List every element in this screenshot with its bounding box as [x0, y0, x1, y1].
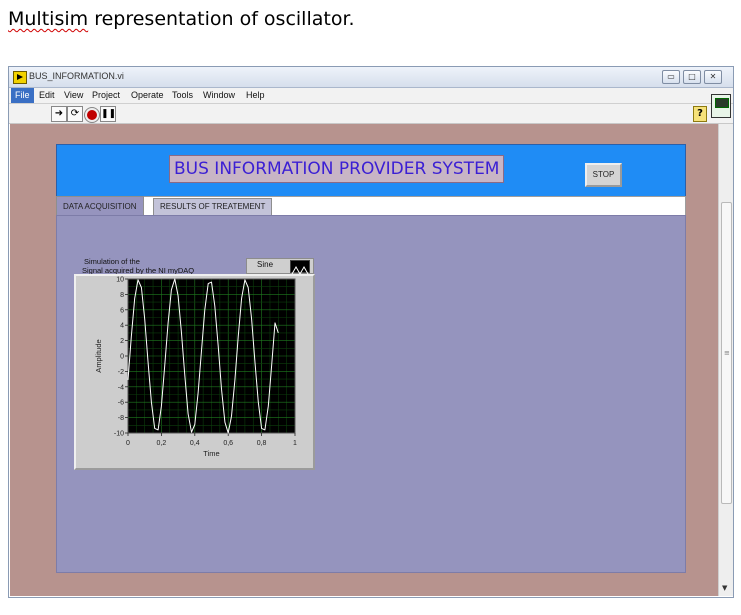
window-title: BUS_INFORMATION.vi [29, 71, 124, 81]
x-tick-label: 0,6 [223, 440, 233, 447]
abort-icon[interactable] [84, 107, 100, 123]
x-axis-label: Time [203, 449, 219, 458]
vi-file-icon [13, 71, 27, 84]
graph-title: Simulation of the Signal acquired by the… [82, 257, 194, 275]
menu-view[interactable]: View [60, 88, 87, 103]
y-axis-label: Amplitude [94, 339, 103, 372]
pause-icon[interactable]: ❚❚ [100, 106, 116, 122]
y-tick-label: 0 [120, 354, 124, 361]
y-tick-label: -8 [118, 415, 124, 422]
y-tick-label: -6 [118, 400, 124, 407]
caption-rest: representation of oscillator. [94, 8, 355, 30]
plot-legend[interactable]: Sine [246, 258, 314, 276]
document-caption: Multisim representation of oscillator. [8, 8, 355, 30]
menu-tools[interactable]: Tools [168, 88, 197, 103]
close-button[interactable]: ✕ [704, 70, 722, 84]
tab-panel-data-acquisition: Simulation of the Signal acquired by the… [56, 215, 686, 573]
x-tick-label: 0,4 [190, 440, 200, 447]
x-tick-label: 1 [293, 440, 297, 447]
menu-project[interactable]: Project [88, 88, 124, 103]
minimize-button[interactable]: ▭ [662, 70, 680, 84]
stop-button[interactable]: STOP [585, 163, 622, 187]
title-bar: BUS_INFORMATION.vi ▭ □ ✕ [9, 67, 733, 88]
x-tick-label: 0,2 [157, 440, 167, 447]
vi-connector-icon [711, 94, 731, 118]
y-tick-label: 10 [116, 277, 124, 284]
toolbar: ➜ ⟳ ❚❚ ? [9, 94, 733, 124]
legend-label: Sine [257, 260, 274, 269]
app-title: BUS INFORMATION PROVIDER SYSTEM [169, 155, 505, 183]
tab-strip: DATA ACQUISITION RESULTS OF TREATEMENT [56, 196, 686, 217]
menu-window[interactable]: Window [199, 88, 239, 103]
run-continuously-icon[interactable]: ⟳ [67, 106, 83, 122]
x-tick-label: 0,8 [257, 440, 267, 447]
menu-edit[interactable]: Edit [35, 88, 59, 103]
maximize-button[interactable]: □ [683, 70, 701, 84]
y-tick-label: -10 [114, 431, 124, 438]
x-tick-label: 0 [126, 440, 130, 447]
legend-swatch [290, 260, 310, 276]
labview-window: BUS_INFORMATION.vi ▭ □ ✕ File Edit View … [8, 66, 734, 598]
scroll-grip-icon: ≡ [724, 349, 730, 357]
scroll-down-arrow-icon[interactable]: ▼ [722, 584, 727, 592]
menu-bar: File Edit View Project Operate Tools Win… [9, 88, 733, 104]
y-tick-label: -2 [118, 369, 124, 376]
y-tick-label: 4 [120, 323, 124, 330]
panel-header: BUS INFORMATION PROVIDER SYSTEM STOP [56, 144, 686, 197]
graph-title-line1: Simulation of the [84, 257, 140, 266]
y-tick-label: 8 [120, 292, 124, 299]
y-tick-label: 2 [120, 338, 124, 345]
tab-data-acquisition[interactable]: DATA ACQUISITION [56, 196, 144, 217]
menu-operate[interactable]: Operate [127, 88, 168, 103]
y-tick-label: 6 [120, 307, 124, 314]
menu-help[interactable]: Help [242, 88, 269, 103]
run-arrow-icon[interactable]: ➜ [51, 106, 67, 122]
caption-first-word: Multisim [8, 8, 89, 30]
tab-results-of-treatement[interactable]: RESULTS OF TREATEMENT [153, 198, 273, 216]
y-tick-label: -4 [118, 384, 124, 391]
vertical-scrollbar[interactable]: ≡ ▼ [718, 124, 733, 596]
context-help-button[interactable]: ? [693, 106, 707, 122]
chart-svg: 1086420-2-4-6-8-100 0,2 0,4 0,6 0,8 1TimeAmpl… [94, 277, 297, 459]
waveform-graph[interactable]: 10 8 6 4 2 0 -2 -4 -6 -8 -10 0 0,2 0,4 0,6 0,8 1 Time Ampl… [74, 274, 315, 470]
menu-file[interactable]: File [11, 88, 34, 103]
